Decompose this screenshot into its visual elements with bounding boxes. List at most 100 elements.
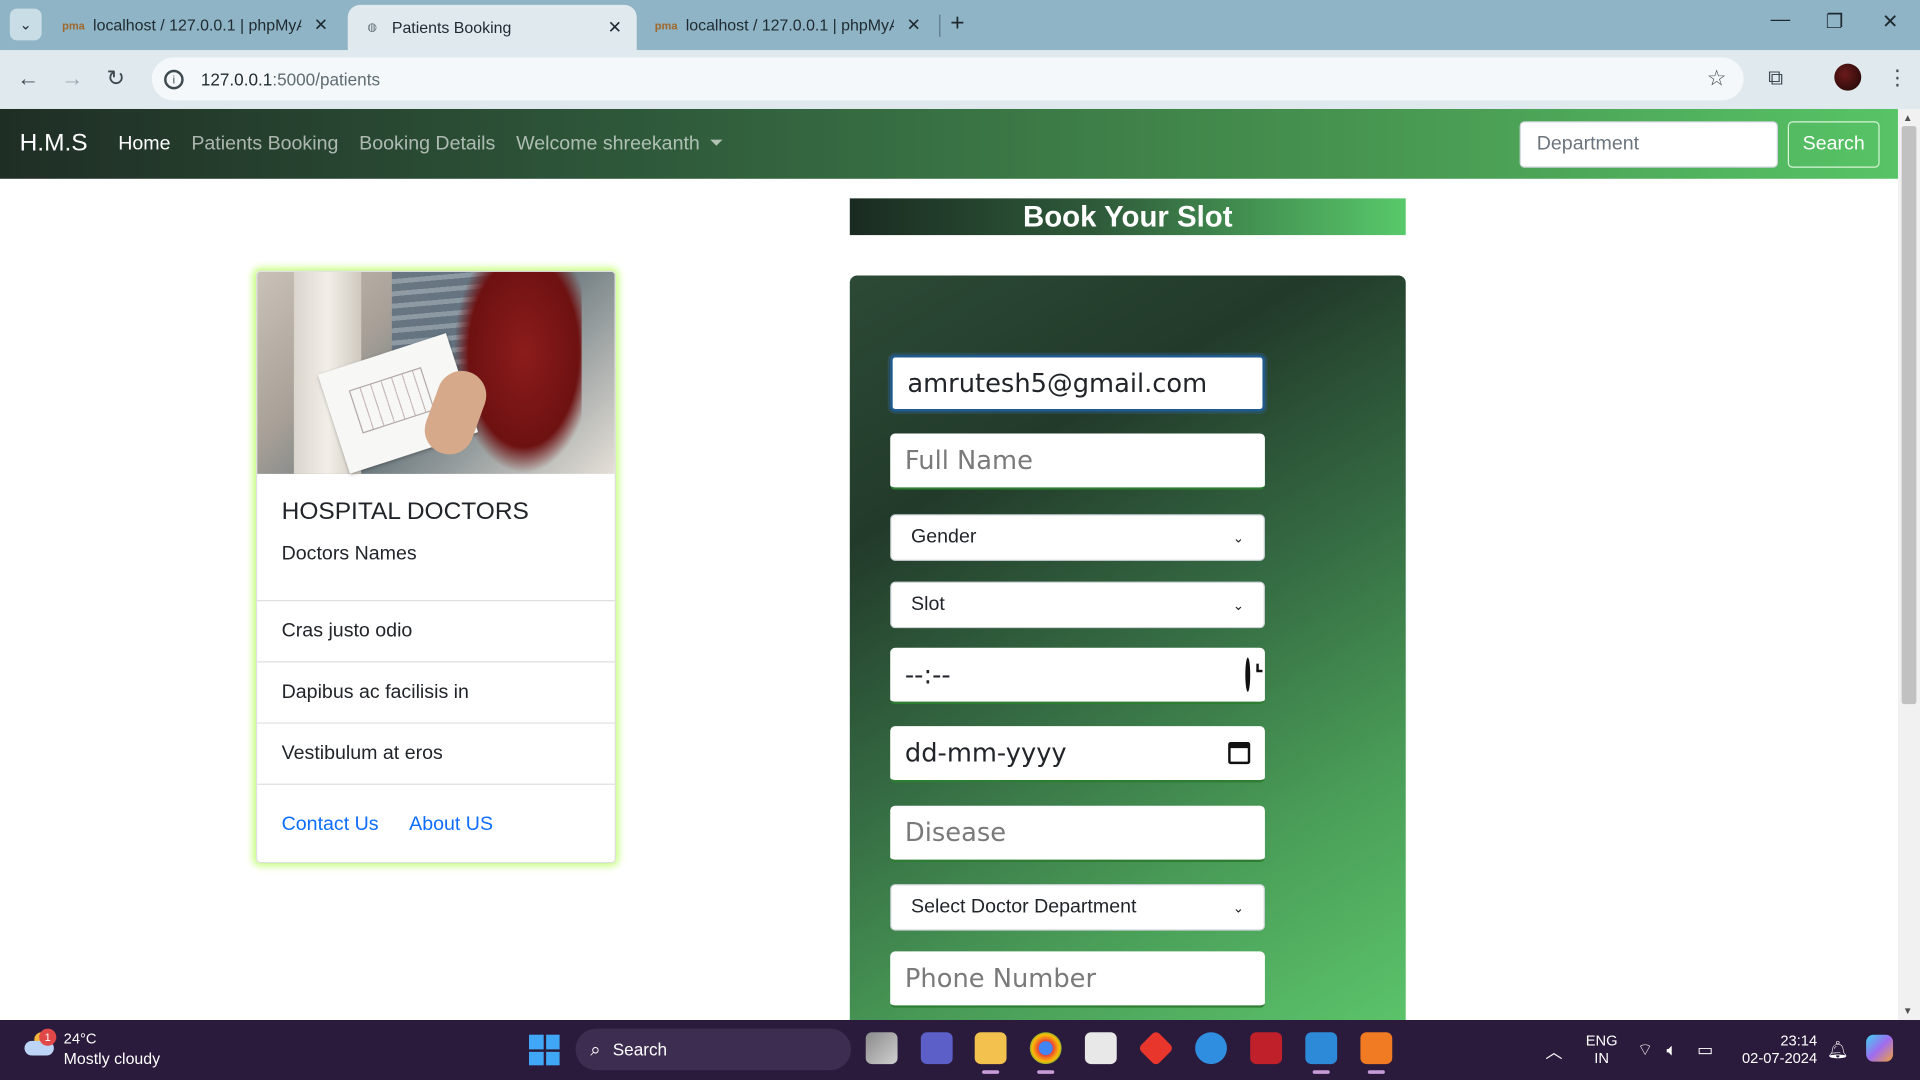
clock-time: 23:14 [1780, 1032, 1818, 1050]
globe-favicon-icon: ◍ [367, 20, 378, 34]
doctor-department-select[interactable]: Select Doctor Department ⌄ [890, 884, 1265, 931]
gender-selected-value: Gender [911, 526, 977, 548]
language-indicator[interactable]: ENG IN [1585, 1032, 1619, 1066]
wifi-icon[interactable]: ⌔ [1637, 1040, 1653, 1062]
list-item: Vestibulum at eros [257, 722, 615, 783]
forward-arrow-icon[interactable]: → [61, 66, 83, 92]
scroll-down-arrow-icon[interactable]: ▼ [1903, 1005, 1913, 1016]
window-close-icon[interactable]: ✕ [1882, 10, 1898, 34]
chrome-icon[interactable] [1029, 1032, 1062, 1074]
tab-title: localhost / 127.0.0.1 | phpMyAdmin [685, 15, 894, 35]
department-selected-value: Select Doctor Department [911, 896, 1137, 918]
gender-select[interactable]: Gender ⌄ [890, 514, 1265, 561]
tab-close-icon[interactable]: ✕ [906, 15, 920, 36]
disease-field[interactable]: Disease [890, 805, 1265, 863]
profile-avatar[interactable] [1834, 63, 1862, 91]
help-icon[interactable] [1195, 1032, 1227, 1065]
bookmark-star-icon[interactable]: ☆ [1707, 66, 1727, 92]
teams-icon[interactable] [920, 1032, 953, 1065]
time-field[interactable]: --:-- [890, 647, 1265, 705]
page-scrollbar[interactable]: ▲ ▼ [1897, 108, 1920, 1021]
scroll-up-arrow-icon[interactable]: ▲ [1903, 113, 1913, 124]
card-subtitle: Doctors Names [281, 543, 417, 565]
date-placeholder: dd-mm-yyyy [904, 738, 1067, 768]
scrollbar-thumb[interactable] [1901, 126, 1917, 705]
slot-selected-value: Slot [911, 593, 945, 615]
calendar-icon[interactable] [1228, 742, 1251, 765]
tray-chevron-up-icon[interactable]: ︿ [1545, 1040, 1562, 1064]
tab-close-icon[interactable]: ✕ [608, 17, 622, 38]
weather-description[interactable]: Mostly cloudy [64, 1049, 160, 1067]
clock[interactable]: 23:14 02-07-2024 [1736, 1032, 1817, 1066]
search-button[interactable]: Search [1787, 121, 1880, 168]
windows-taskbar [0, 1020, 1920, 1080]
clock-icon[interactable] [1245, 657, 1251, 692]
tab-title: localhost / 127.0.0.1 | phpMyAdmin [93, 15, 301, 35]
address-bar[interactable]: i 127.0.0.1:5000/patients ☆ [151, 57, 1744, 101]
nav-link-home[interactable]: Home [118, 133, 170, 155]
tab-phpmyadmin-2[interactable]: pma localhost / 127.0.0.1 | phpMyAdmin ✕ [642, 0, 936, 50]
extensions-puzzle-icon[interactable]: ⧉ [1768, 66, 1783, 90]
chevron-down-icon: ⌄ [1232, 530, 1245, 546]
site-navbar: H.M.S Home Patients Booking Booking Deta… [0, 108, 1898, 179]
tab-patients-booking[interactable]: ◍ Patients Booking ✕ [347, 4, 637, 51]
card-title: HOSPITAL DOCTORS [281, 498, 529, 526]
tab-separator [939, 14, 941, 37]
slot-select[interactable]: Slot ⌄ [890, 581, 1265, 629]
notification-bell-icon[interactable]: 🔔︎ [1827, 1040, 1849, 1061]
minimize-icon[interactable]: — [1771, 10, 1791, 32]
site-info-icon[interactable]: i [164, 69, 184, 89]
about-us-link[interactable]: About US [409, 814, 493, 836]
weather-temperature[interactable]: 24°C [64, 1030, 97, 1047]
new-tab-plus-icon[interactable]: + [950, 10, 964, 38]
mcafee-icon[interactable] [1250, 1032, 1283, 1065]
phpmyadmin-favicon-icon: pma [62, 18, 85, 32]
book-slot-heading: Book Your Slot [849, 198, 1406, 236]
tab-search-chevron-icon[interactable]: ⌄ [9, 8, 42, 41]
time-placeholder: --:-- [904, 660, 951, 690]
brand-logo[interactable]: H.M.S [20, 130, 88, 158]
search-icon: ⌕ [590, 1038, 601, 1060]
clock-date: 02-07-2024 [1741, 1049, 1818, 1067]
vscode-icon[interactable] [1305, 1032, 1338, 1074]
chevron-down-icon: ⌄ [1232, 598, 1245, 613]
tab-phpmyadmin-1[interactable]: pma localhost / 127.0.0.1 | phpMyAdmin ✕ [49, 0, 343, 50]
weather-badge: 1 [39, 1028, 57, 1046]
full-name-field[interactable]: Full Name [890, 433, 1265, 490]
file-explorer-icon[interactable] [974, 1032, 1007, 1074]
email-field[interactable]: amrutesh5@gmail.com [890, 355, 1265, 412]
microsoft-store-icon[interactable] [1084, 1032, 1117, 1065]
reload-icon[interactable]: ↻ [107, 66, 125, 92]
tab-close-icon[interactable]: ✕ [314, 15, 328, 36]
browser-tab-strip: ⌄ pma localhost / 127.0.0.1 | phpMyAdmin… [0, 0, 1920, 51]
url-text: 127.0.0.1:5000/patients [200, 69, 381, 89]
nav-user-dropdown[interactable]: Welcome shreekanth [516, 133, 722, 155]
restore-icon[interactable]: ❐ [1826, 10, 1844, 34]
contact-us-link[interactable]: Contact Us [282, 814, 379, 836]
language-bottom: IN [1594, 1049, 1609, 1067]
nav-link-booking-details[interactable]: Booking Details [359, 133, 495, 155]
copilot-icon[interactable] [1866, 1034, 1894, 1062]
department-search-input[interactable] [1519, 121, 1778, 168]
volume-icon[interactable]: 🔈︎ [1667, 1040, 1677, 1061]
nav-link-patients-booking[interactable]: Patients Booking [191, 133, 338, 155]
phpmyadmin-favicon-icon: pma [654, 18, 678, 32]
doctor-photo [257, 271, 615, 474]
windows-start-icon[interactable] [528, 1034, 560, 1066]
list-item: Cras justo odio [257, 600, 615, 661]
back-arrow-icon[interactable]: ← [17, 66, 39, 92]
more-menu-icon[interactable]: ⋮ [1887, 66, 1908, 90]
card-body: HOSPITAL DOCTORS Doctors Names [257, 474, 615, 600]
taskbar-search[interactable]: ⌕ Search [575, 1028, 852, 1071]
chevron-down-icon: ⌄ [1232, 900, 1245, 916]
phone-number-field[interactable]: Phone Number [890, 951, 1265, 1008]
xampp-icon[interactable] [1360, 1032, 1393, 1074]
date-field[interactable]: dd-mm-yyyy [890, 726, 1265, 783]
doctors-card: HOSPITAL DOCTORS Doctors Names Cras just… [255, 270, 616, 864]
battery-icon[interactable]: ▭ [1697, 1040, 1713, 1061]
language-top: ENG [1585, 1032, 1618, 1050]
card-links: Contact Us About US [257, 783, 615, 862]
list-item: Dapibus ac facilisis in [257, 661, 615, 722]
tab-title: Patients Booking [391, 18, 512, 37]
task-view-icon[interactable] [865, 1032, 898, 1065]
